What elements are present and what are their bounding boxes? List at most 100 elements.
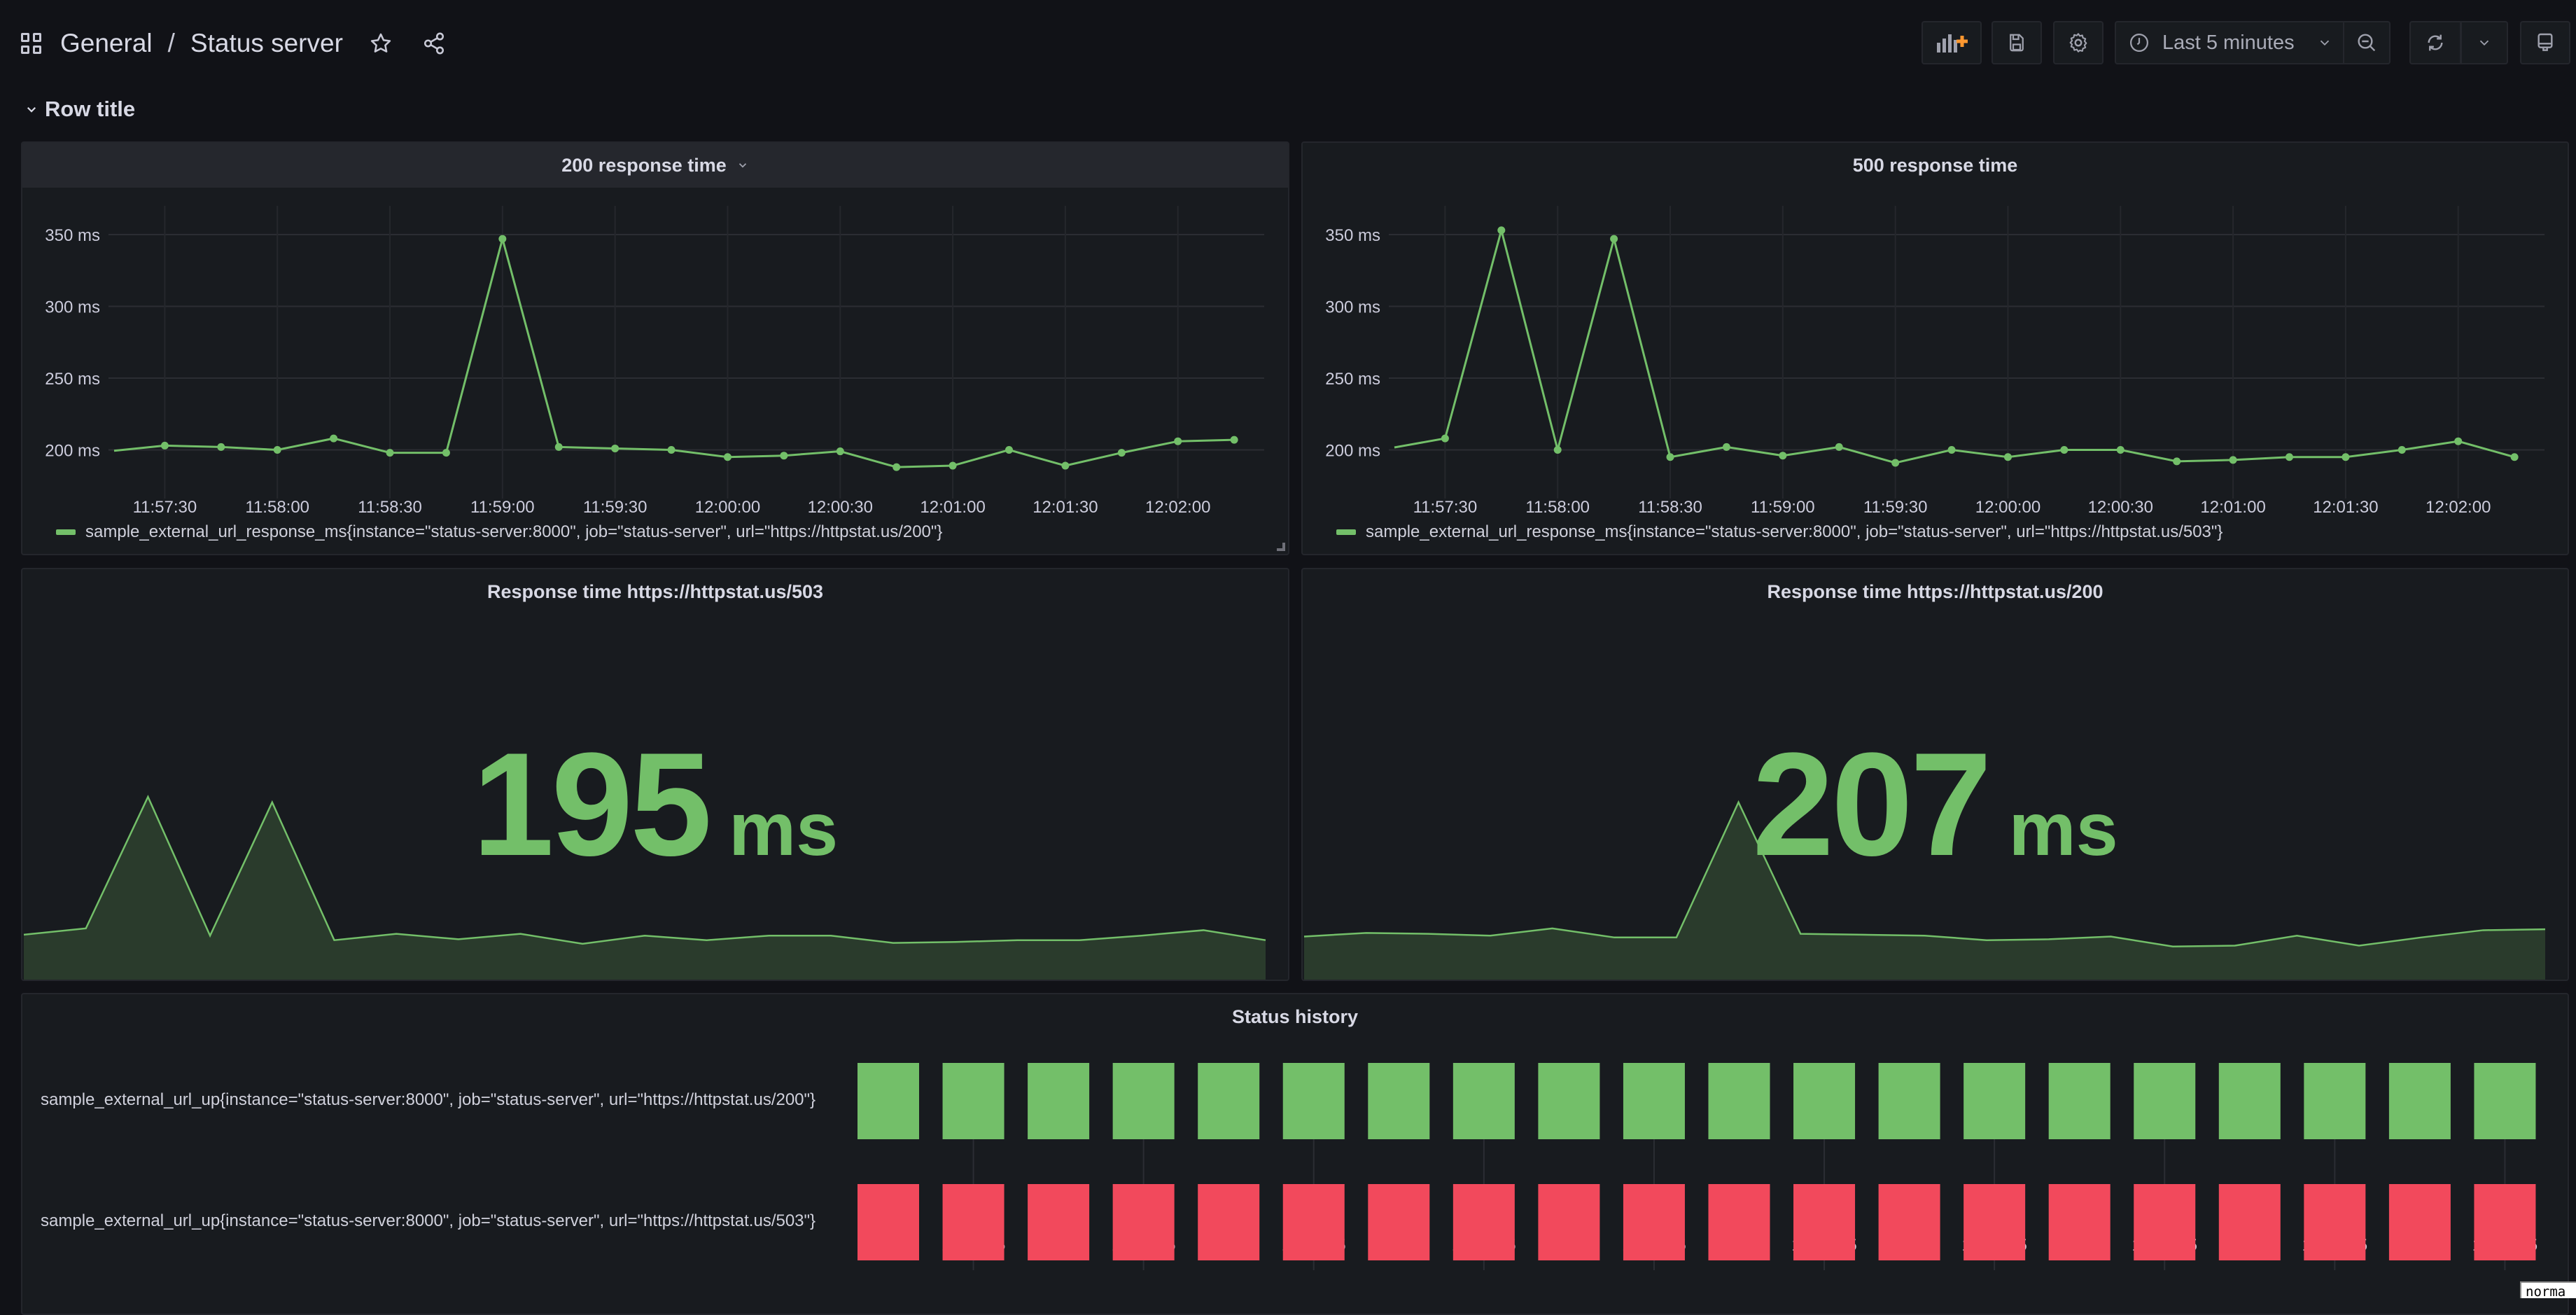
share-icon xyxy=(424,32,444,55)
star-icon xyxy=(370,33,391,53)
breadcrumb-folder[interactable]: General xyxy=(60,29,153,58)
y-tick-label: 250 ms xyxy=(45,370,100,389)
stat-number: 195 xyxy=(472,722,712,886)
x-tick-label: 11:58:00 xyxy=(1525,498,1590,517)
x-tick-label: 12:00:30 xyxy=(808,498,873,517)
data-point xyxy=(723,453,732,461)
status-cell xyxy=(2474,1184,2536,1260)
share-button[interactable] xyxy=(419,28,449,59)
stat-unit: ms xyxy=(2008,786,2118,871)
data-point xyxy=(2285,453,2293,461)
refresh-interval-dropdown[interactable] xyxy=(2460,21,2508,64)
panel-status-history[interactable]: Status history sample_external_url_up{in… xyxy=(21,993,2569,1315)
panel-200-response-time[interactable]: 200 response time 200 ms 250 ms 300 ms 350 … xyxy=(21,141,1289,555)
y-tick-label: 350 ms xyxy=(45,226,100,245)
data-point xyxy=(836,447,844,456)
status-cell xyxy=(858,1063,919,1139)
x-tick-label: 12:01:00 xyxy=(920,498,985,517)
breadcrumb-dashboard-title[interactable]: Status server xyxy=(190,29,343,58)
legend-label: sample_external_url_response_ms{instance… xyxy=(1366,522,2223,541)
overlay-text-box: norma xyxy=(2520,1281,2576,1298)
data-point xyxy=(780,452,788,460)
status-cell xyxy=(1708,1063,1770,1139)
data-point xyxy=(554,443,563,451)
dashboard-settings-button[interactable] xyxy=(2053,21,2104,64)
data-point xyxy=(1722,443,1730,451)
status-cell xyxy=(1112,1063,1175,1139)
status-history-chart[interactable]: 11:57:4511:58:1511:58:4511:59:1511:59:45… xyxy=(22,994,2569,1315)
data-point xyxy=(2398,446,2406,454)
star-button[interactable] xyxy=(365,28,396,59)
add-panel-button[interactable] xyxy=(1921,21,1982,64)
data-point xyxy=(2510,453,2519,461)
data-point xyxy=(892,463,901,471)
x-tick-label: 12:01:30 xyxy=(1032,498,1098,517)
chevron-down-icon xyxy=(2320,40,2329,46)
row-title: Row title xyxy=(45,97,136,121)
zoom-out-button[interactable] xyxy=(2343,21,2390,64)
data-point xyxy=(1004,446,1013,454)
panel-header[interactable]: Response time https://httpstat.us/200 xyxy=(1303,569,2568,614)
time-range-label: Last 5 minutes xyxy=(2162,31,2295,54)
x-tick-label: 12:00:00 xyxy=(695,498,760,517)
grid xyxy=(108,206,1264,499)
status-cell xyxy=(1708,1184,1770,1260)
y-tick-label: 200 ms xyxy=(45,442,100,461)
row-header[interactable]: Row title xyxy=(25,92,135,126)
stat-value: 207 ms xyxy=(1303,720,2568,889)
breadcrumb: General / Status server xyxy=(21,24,449,63)
save-dashboard-button[interactable] xyxy=(1991,21,2042,64)
status-cell xyxy=(1282,1184,1345,1260)
x-tick-label: 12:01:00 xyxy=(2200,498,2265,517)
y-tick-label: 300 ms xyxy=(45,298,100,317)
panel-title: Response time https://httpstat.us/503 xyxy=(486,580,824,602)
status-cell xyxy=(2218,1184,2281,1260)
status-cell xyxy=(1878,1184,1940,1260)
x-tick-label: 11:58:00 xyxy=(245,498,309,517)
status-cell xyxy=(1623,1063,1685,1139)
legend-label: sample_external_url_response_ms{instance… xyxy=(85,522,943,541)
status-cell xyxy=(1028,1063,1090,1139)
data-point xyxy=(330,434,338,443)
status-cell xyxy=(1623,1184,1685,1260)
timeseries-chart[interactable]: 200 ms 250 ms 300 ms 350 ms 11:57:30 11:58:00… xyxy=(1303,143,2569,555)
data-point xyxy=(1441,434,1449,443)
chart-legend[interactable]: sample_external_url_response_ms{instance… xyxy=(1336,520,2222,545)
data-point xyxy=(1061,461,1070,470)
panel-stat-response-503[interactable]: Response time https://httpstat.us/503 19… xyxy=(21,568,1289,981)
status-cell xyxy=(2474,1063,2536,1139)
x-tick-label: 12:00:00 xyxy=(1975,498,2040,517)
status-cell xyxy=(1963,1184,2026,1260)
panel-stat-response-200[interactable]: Response time https://httpstat.us/200 20… xyxy=(1301,568,2569,981)
panel-500-response-time[interactable]: 500 response time 200 ms 250 ms 300 ms 350 … xyxy=(1301,141,2569,555)
timeseries-chart[interactable]: 200 ms 250 ms 300 ms 350 ms 11:57:30 11:58:00… xyxy=(22,143,1289,555)
refresh-button[interactable] xyxy=(2409,21,2461,64)
data-point xyxy=(386,449,394,457)
status-cell xyxy=(1198,1063,1260,1139)
save-icon xyxy=(2010,34,2024,52)
y-tick-label: 350 ms xyxy=(1325,226,1380,245)
data-point xyxy=(1117,449,1126,457)
data-point xyxy=(2454,437,2463,445)
data-point xyxy=(498,235,507,243)
dashboards-grid-icon[interactable] xyxy=(21,33,42,54)
status-cell xyxy=(942,1184,1004,1260)
status-cell xyxy=(1793,1063,1856,1139)
status-cell xyxy=(1112,1184,1175,1260)
data-point xyxy=(1835,443,1843,451)
clock-icon xyxy=(2130,34,2148,52)
status-cell xyxy=(2134,1184,2196,1260)
tv-mode-button[interactable] xyxy=(2520,21,2570,64)
panel-header[interactable]: Response time https://httpstat.us/503 xyxy=(22,569,1288,614)
chart-legend[interactable]: sample_external_url_response_ms{instance… xyxy=(56,520,942,545)
x-tick-label: 11:58:30 xyxy=(1638,498,1702,517)
status-cell xyxy=(1452,1063,1515,1139)
time-range-picker[interactable]: Last 5 minutes xyxy=(2115,21,2344,64)
panel-resize-handle[interactable] xyxy=(1277,543,1285,551)
chevron-down-icon xyxy=(2479,40,2489,46)
status-cell xyxy=(2388,1063,2451,1139)
y-tick-label: 300 ms xyxy=(1325,298,1380,317)
series-line xyxy=(113,235,1235,468)
data-point xyxy=(2003,453,2012,461)
data-point xyxy=(217,443,225,451)
